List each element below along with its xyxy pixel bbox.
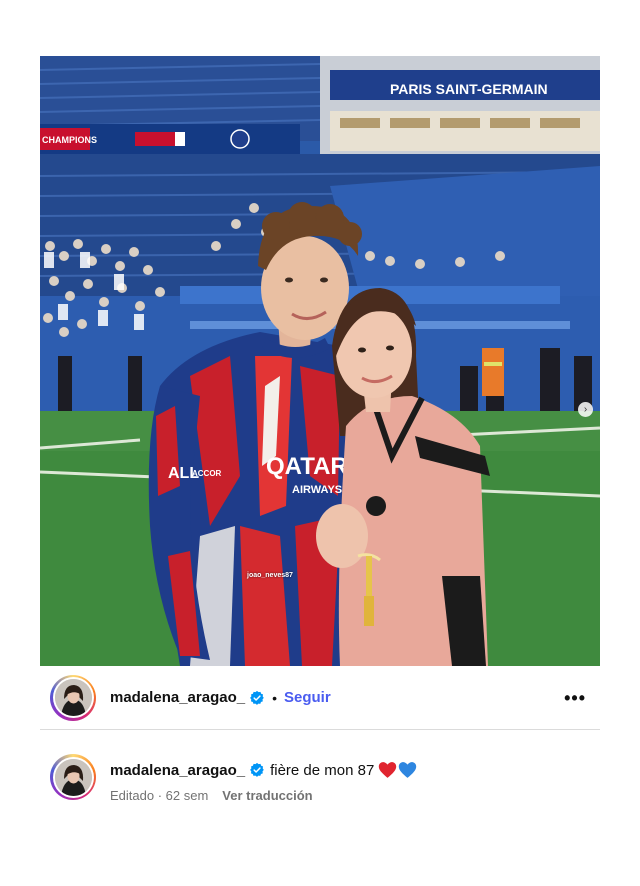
header-separator: • xyxy=(272,689,277,706)
avatar-image xyxy=(54,679,92,716)
caption-meta: Editado · 62 sem Ver traducción xyxy=(110,788,417,803)
avatar-picture-icon xyxy=(54,679,92,716)
red-heart-icon xyxy=(379,762,397,778)
instagram-post: PARIS SAINT-GERMAIN CHAMPIONS QATAR AIRW… xyxy=(0,0,640,886)
caption-avatar[interactable] xyxy=(50,754,96,800)
caption-emojis xyxy=(378,761,417,779)
champions-banner: CHAMPIONS xyxy=(42,135,97,145)
caption-line: madalena_aragao_ fière de mon 87 xyxy=(110,761,417,779)
post-header: madalena_aragao_ • Seguir ••• xyxy=(40,666,600,730)
caption-avatar-picture-icon xyxy=(54,758,92,796)
avatar-gap xyxy=(52,677,94,718)
see-translation-button[interactable]: Ver traducción xyxy=(222,788,312,803)
stadium-banner: PARIS SAINT-GERMAIN xyxy=(390,81,548,97)
photo-illustration: PARIS SAINT-GERMAIN CHAMPIONS QATAR AIRW… xyxy=(40,56,600,666)
caption-body: madalena_aragao_ fière de mon 87 Editado… xyxy=(110,752,417,803)
follow-button[interactable]: Seguir xyxy=(284,689,331,706)
post-photo[interactable]: PARIS SAINT-GERMAIN CHAMPIONS QATAR AIRW… xyxy=(40,56,600,666)
jersey-sponsor-line2: AIRWAYS xyxy=(292,484,342,496)
caption-avatar-image xyxy=(54,758,92,796)
edited-label: Editado xyxy=(110,788,155,803)
post-username[interactable]: madalena_aragao_ xyxy=(110,689,245,706)
post-caption: madalena_aragao_ fière de mon 87 Editado… xyxy=(40,752,600,808)
carousel-next-button[interactable]: › xyxy=(578,402,593,417)
verified-badge-icon xyxy=(250,690,264,705)
avatar[interactable] xyxy=(50,674,96,721)
jersey-sleeve-text2: ACCOR xyxy=(192,469,222,478)
caption-avatar-gap xyxy=(52,756,94,798)
meta-separator: · xyxy=(154,788,166,803)
caption-verified-badge-icon xyxy=(250,763,264,777)
photo-user-tag[interactable]: joao_neves87 xyxy=(247,572,293,579)
more-options-button[interactable]: ••• xyxy=(564,689,586,707)
caption-text: fière de mon 87 xyxy=(270,761,375,779)
post-time[interactable]: 62 sem xyxy=(166,788,209,803)
blue-heart-icon xyxy=(399,762,417,778)
jersey-sponsor-line1: QATAR xyxy=(266,453,348,480)
caption-username[interactable]: madalena_aragao_ xyxy=(110,762,245,779)
